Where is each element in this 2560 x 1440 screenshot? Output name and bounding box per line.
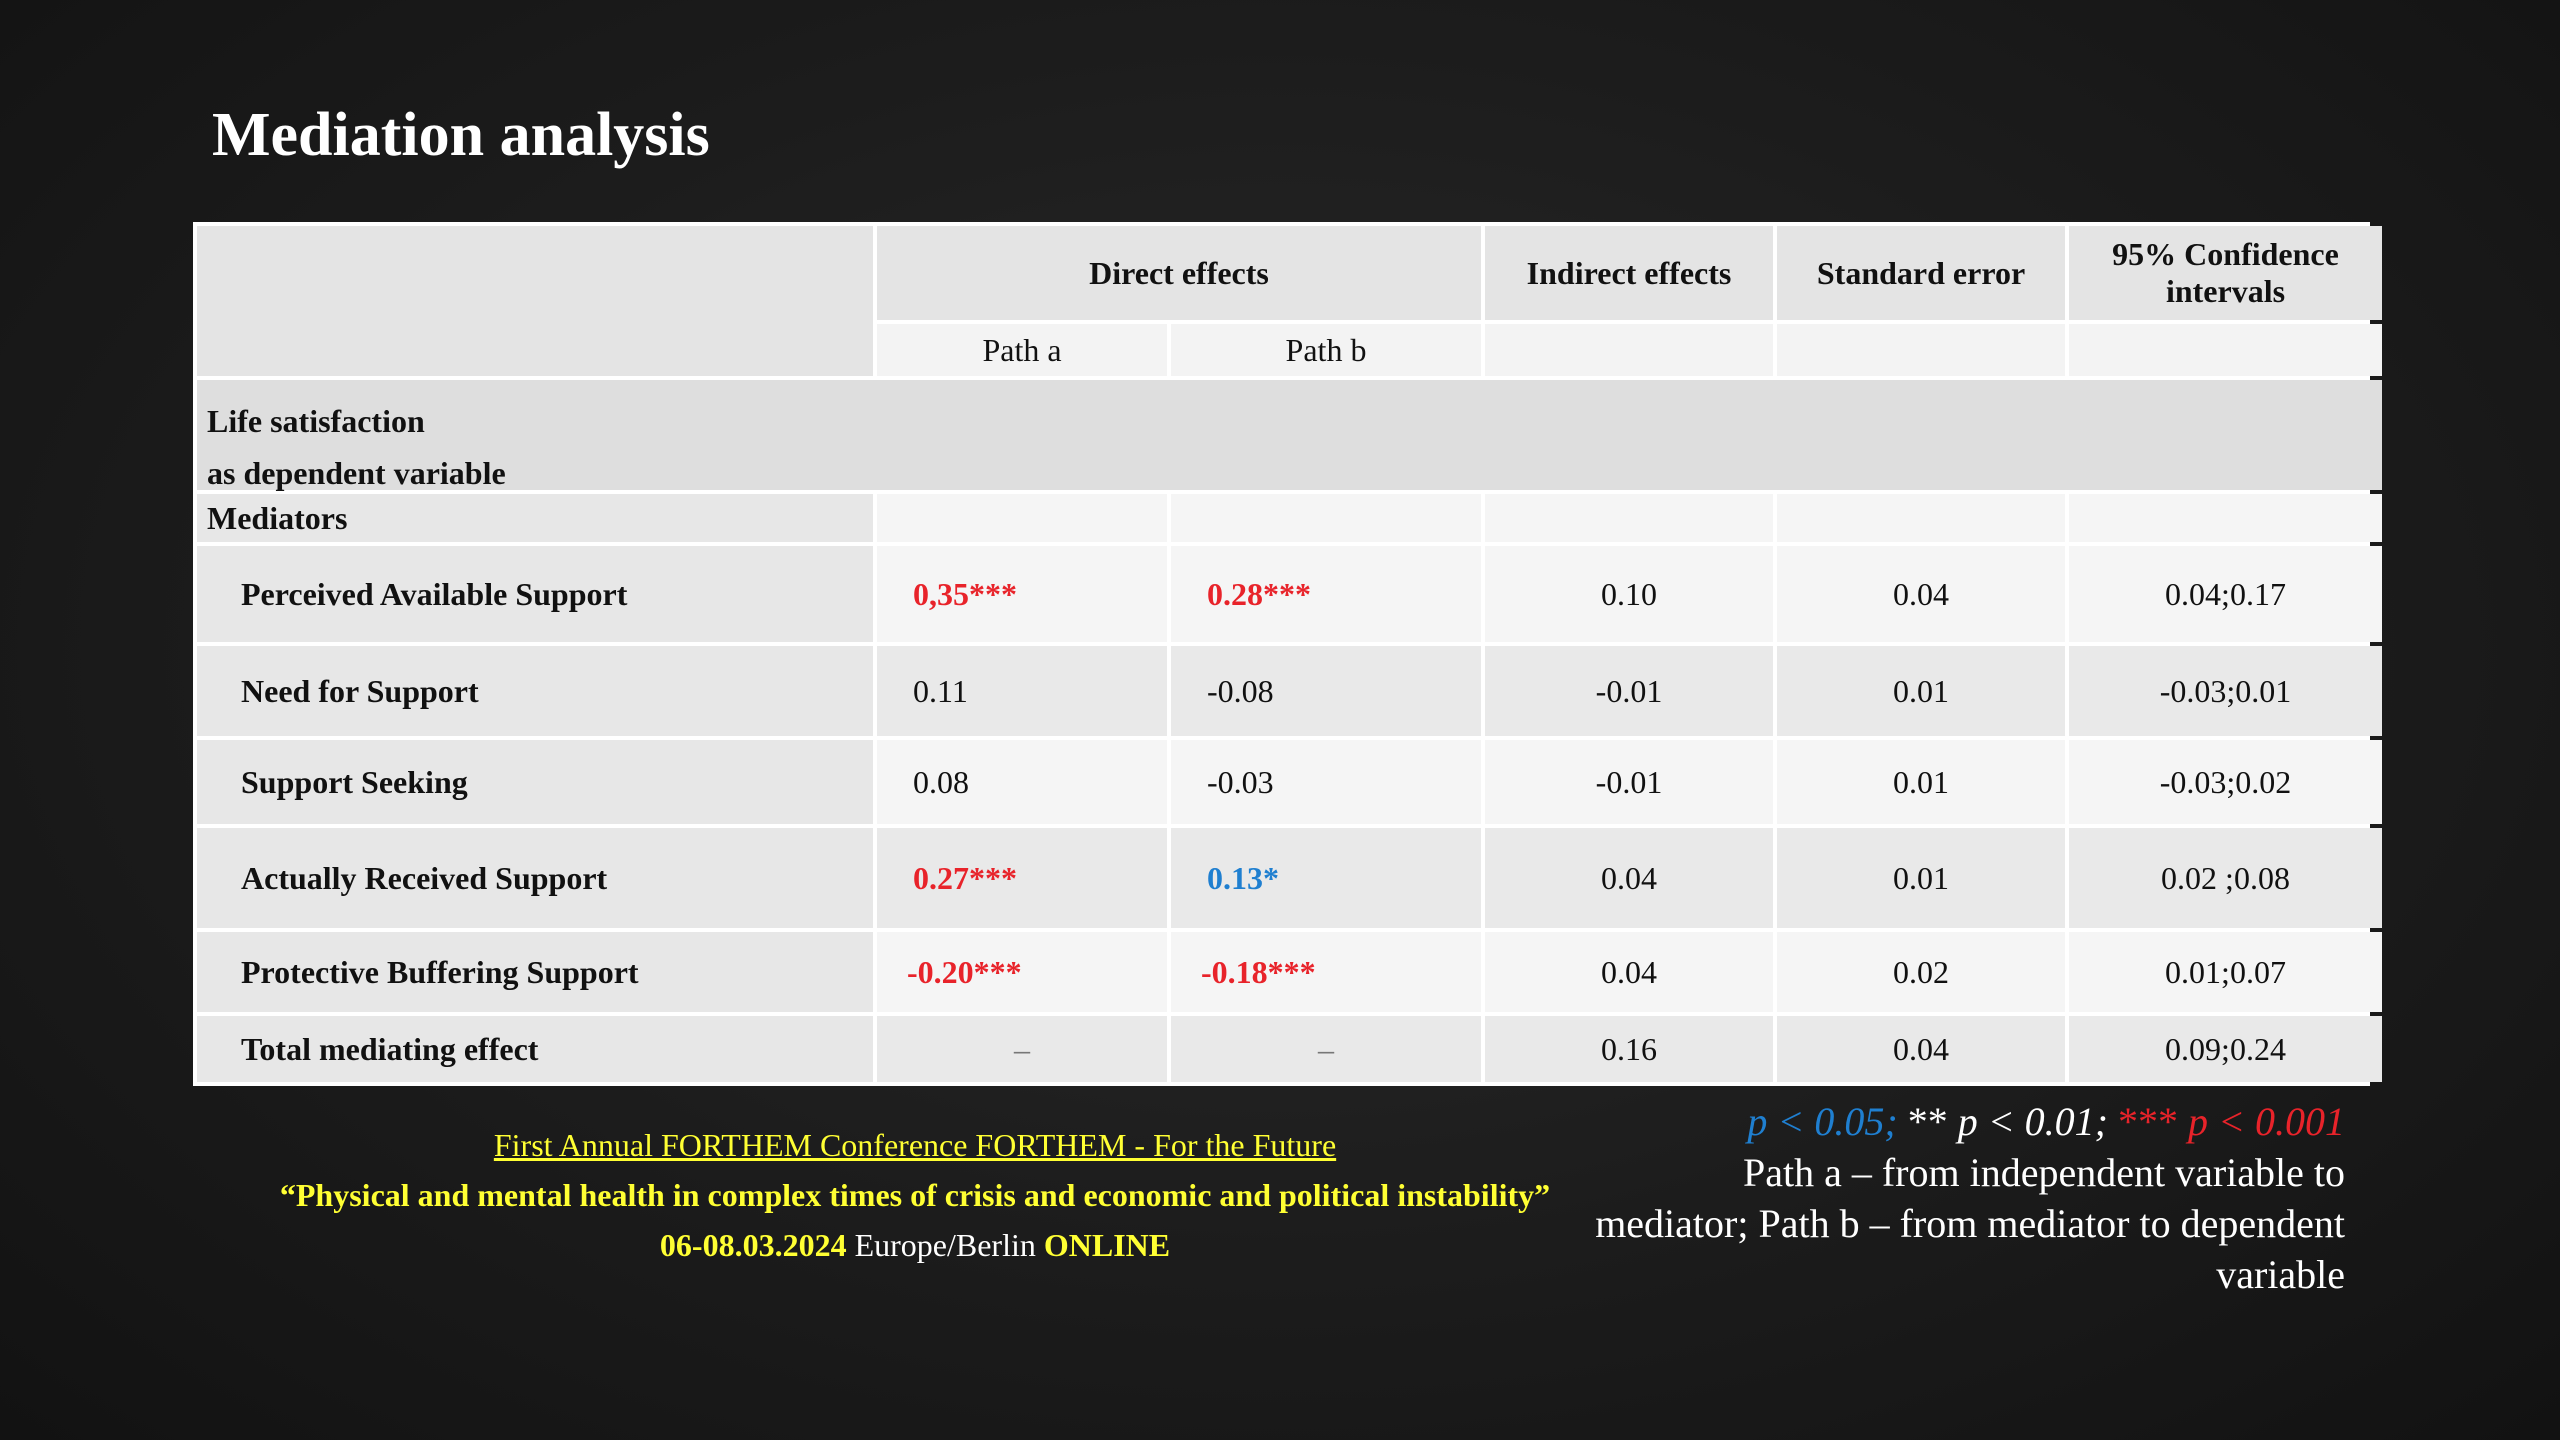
row-label: Need for Support — [197, 646, 873, 736]
row-label: Protective Buffering Support — [197, 932, 873, 1012]
se-value: 0.01 — [1777, 740, 2065, 824]
table-row: Protective Buffering Support -0.20*** -0… — [197, 932, 2382, 1012]
se-value: 0.01 — [1777, 828, 2065, 928]
header-empty-cell — [197, 226, 873, 376]
ci-value: -0.03;0.02 — [2069, 740, 2382, 824]
indirect-value: 0.16 — [1485, 1016, 1773, 1082]
path-a-value: 0.27*** — [877, 828, 1167, 928]
table-row: Support Seeking 0.08 -0.03 -0.01 0.01 -0… — [197, 740, 2382, 824]
path-b-value: -0.18*** — [1171, 932, 1481, 1012]
header-direct-effects: Direct effects — [877, 226, 1481, 320]
indirect-value: 0.10 — [1485, 546, 1773, 642]
indirect-value: 0.04 — [1485, 828, 1773, 928]
path-a-value: -0.20*** — [877, 932, 1167, 1012]
row-label: Support Seeking — [197, 740, 873, 824]
mediators-label: Mediators — [197, 494, 873, 542]
legend-p05: p < 0.05; — [1747, 1099, 1898, 1144]
mediation-table: Direct effects Indirect effects Standard… — [193, 222, 2382, 1086]
legend-stars2: ** — [1907, 1099, 1958, 1144]
ci-value: 0.01;0.07 — [2069, 932, 2382, 1012]
path-a-value: 0,35*** — [877, 546, 1167, 642]
table-row: Need for Support 0.11 -0.08 -0.01 0.01 -… — [197, 646, 2382, 736]
slide-title: Mediation analysis — [212, 101, 710, 169]
path-a-value: 0.11 — [877, 646, 1167, 736]
path-b-value: 0.28*** — [1171, 546, 1481, 642]
ci-value: 0.04;0.17 — [2069, 546, 2382, 642]
section-life-satisfaction: Life satisfaction as dependent variable — [197, 380, 2382, 490]
legend-p001: p < 0.001 — [2188, 1099, 2345, 1144]
se-value: 0.04 — [1777, 1016, 2065, 1082]
path-a-value: 0.08 — [877, 740, 1167, 824]
section-label-line-1: Life satisfaction — [207, 403, 425, 439]
legend-paths: Path a – from independent variable to me… — [1595, 1150, 2345, 1297]
se-value: 0.01 — [1777, 646, 2065, 736]
ci-value: 0.09;0.24 — [2069, 1016, 2382, 1082]
path-a-value: – — [877, 1016, 1167, 1082]
table-row: Actually Received Support 0.27*** 0.13* … — [197, 828, 2382, 928]
ci-value: -0.03;0.01 — [2069, 646, 2382, 736]
significance-legend: p < 0.05; ** p < 0.01; *** p < 0.001 Pat… — [1585, 1096, 2345, 1300]
legend-p01: p < 0.01; — [1957, 1099, 2108, 1144]
conference-location: Europe/Berlin — [854, 1227, 1036, 1263]
table-row: Total mediating effect – – 0.16 0.04 0.0… — [197, 1016, 2382, 1082]
header-path-a: Path a — [877, 324, 1167, 376]
row-label: Total mediating effect — [197, 1016, 873, 1082]
se-value: 0.02 — [1777, 932, 2065, 1012]
row-label: Actually Received Support — [197, 828, 873, 928]
header-standard-error: Standard error — [1777, 226, 2065, 320]
header-confidence-intervals: 95% Confidence intervals — [2069, 226, 2382, 320]
path-b-value: – — [1171, 1016, 1481, 1082]
conference-quote: “Physical and mental health in complex t… — [279, 1177, 1551, 1213]
indirect-value: -0.01 — [1485, 646, 1773, 736]
header-path-b: Path b — [1171, 324, 1481, 376]
conference-link[interactable]: First Annual FORTHEM Conference FORTHEM … — [494, 1127, 1336, 1163]
se-value: 0.04 — [1777, 546, 2065, 642]
conference-mode: ONLINE — [1043, 1227, 1171, 1263]
indirect-value: 0.04 — [1485, 932, 1773, 1012]
path-b-value: -0.03 — [1171, 740, 1481, 824]
section-label-line-2: as dependent variable — [207, 455, 506, 491]
path-b-value: -0.08 — [1171, 646, 1481, 736]
row-label: Perceived Available Support — [197, 546, 873, 642]
ci-value: 0.02 ;0.08 — [2069, 828, 2382, 928]
indirect-value: -0.01 — [1485, 740, 1773, 824]
path-b-value: 0.13* — [1171, 828, 1481, 928]
conference-date: 06-08.03.2024 — [659, 1227, 847, 1263]
table-row: Perceived Available Support 0,35*** 0.28… — [197, 546, 2382, 642]
legend-stars3: *** — [2118, 1099, 2178, 1144]
header-indirect-effects: Indirect effects — [1485, 226, 1773, 320]
conference-footer: First Annual FORTHEM Conference FORTHEM … — [210, 1120, 1620, 1270]
